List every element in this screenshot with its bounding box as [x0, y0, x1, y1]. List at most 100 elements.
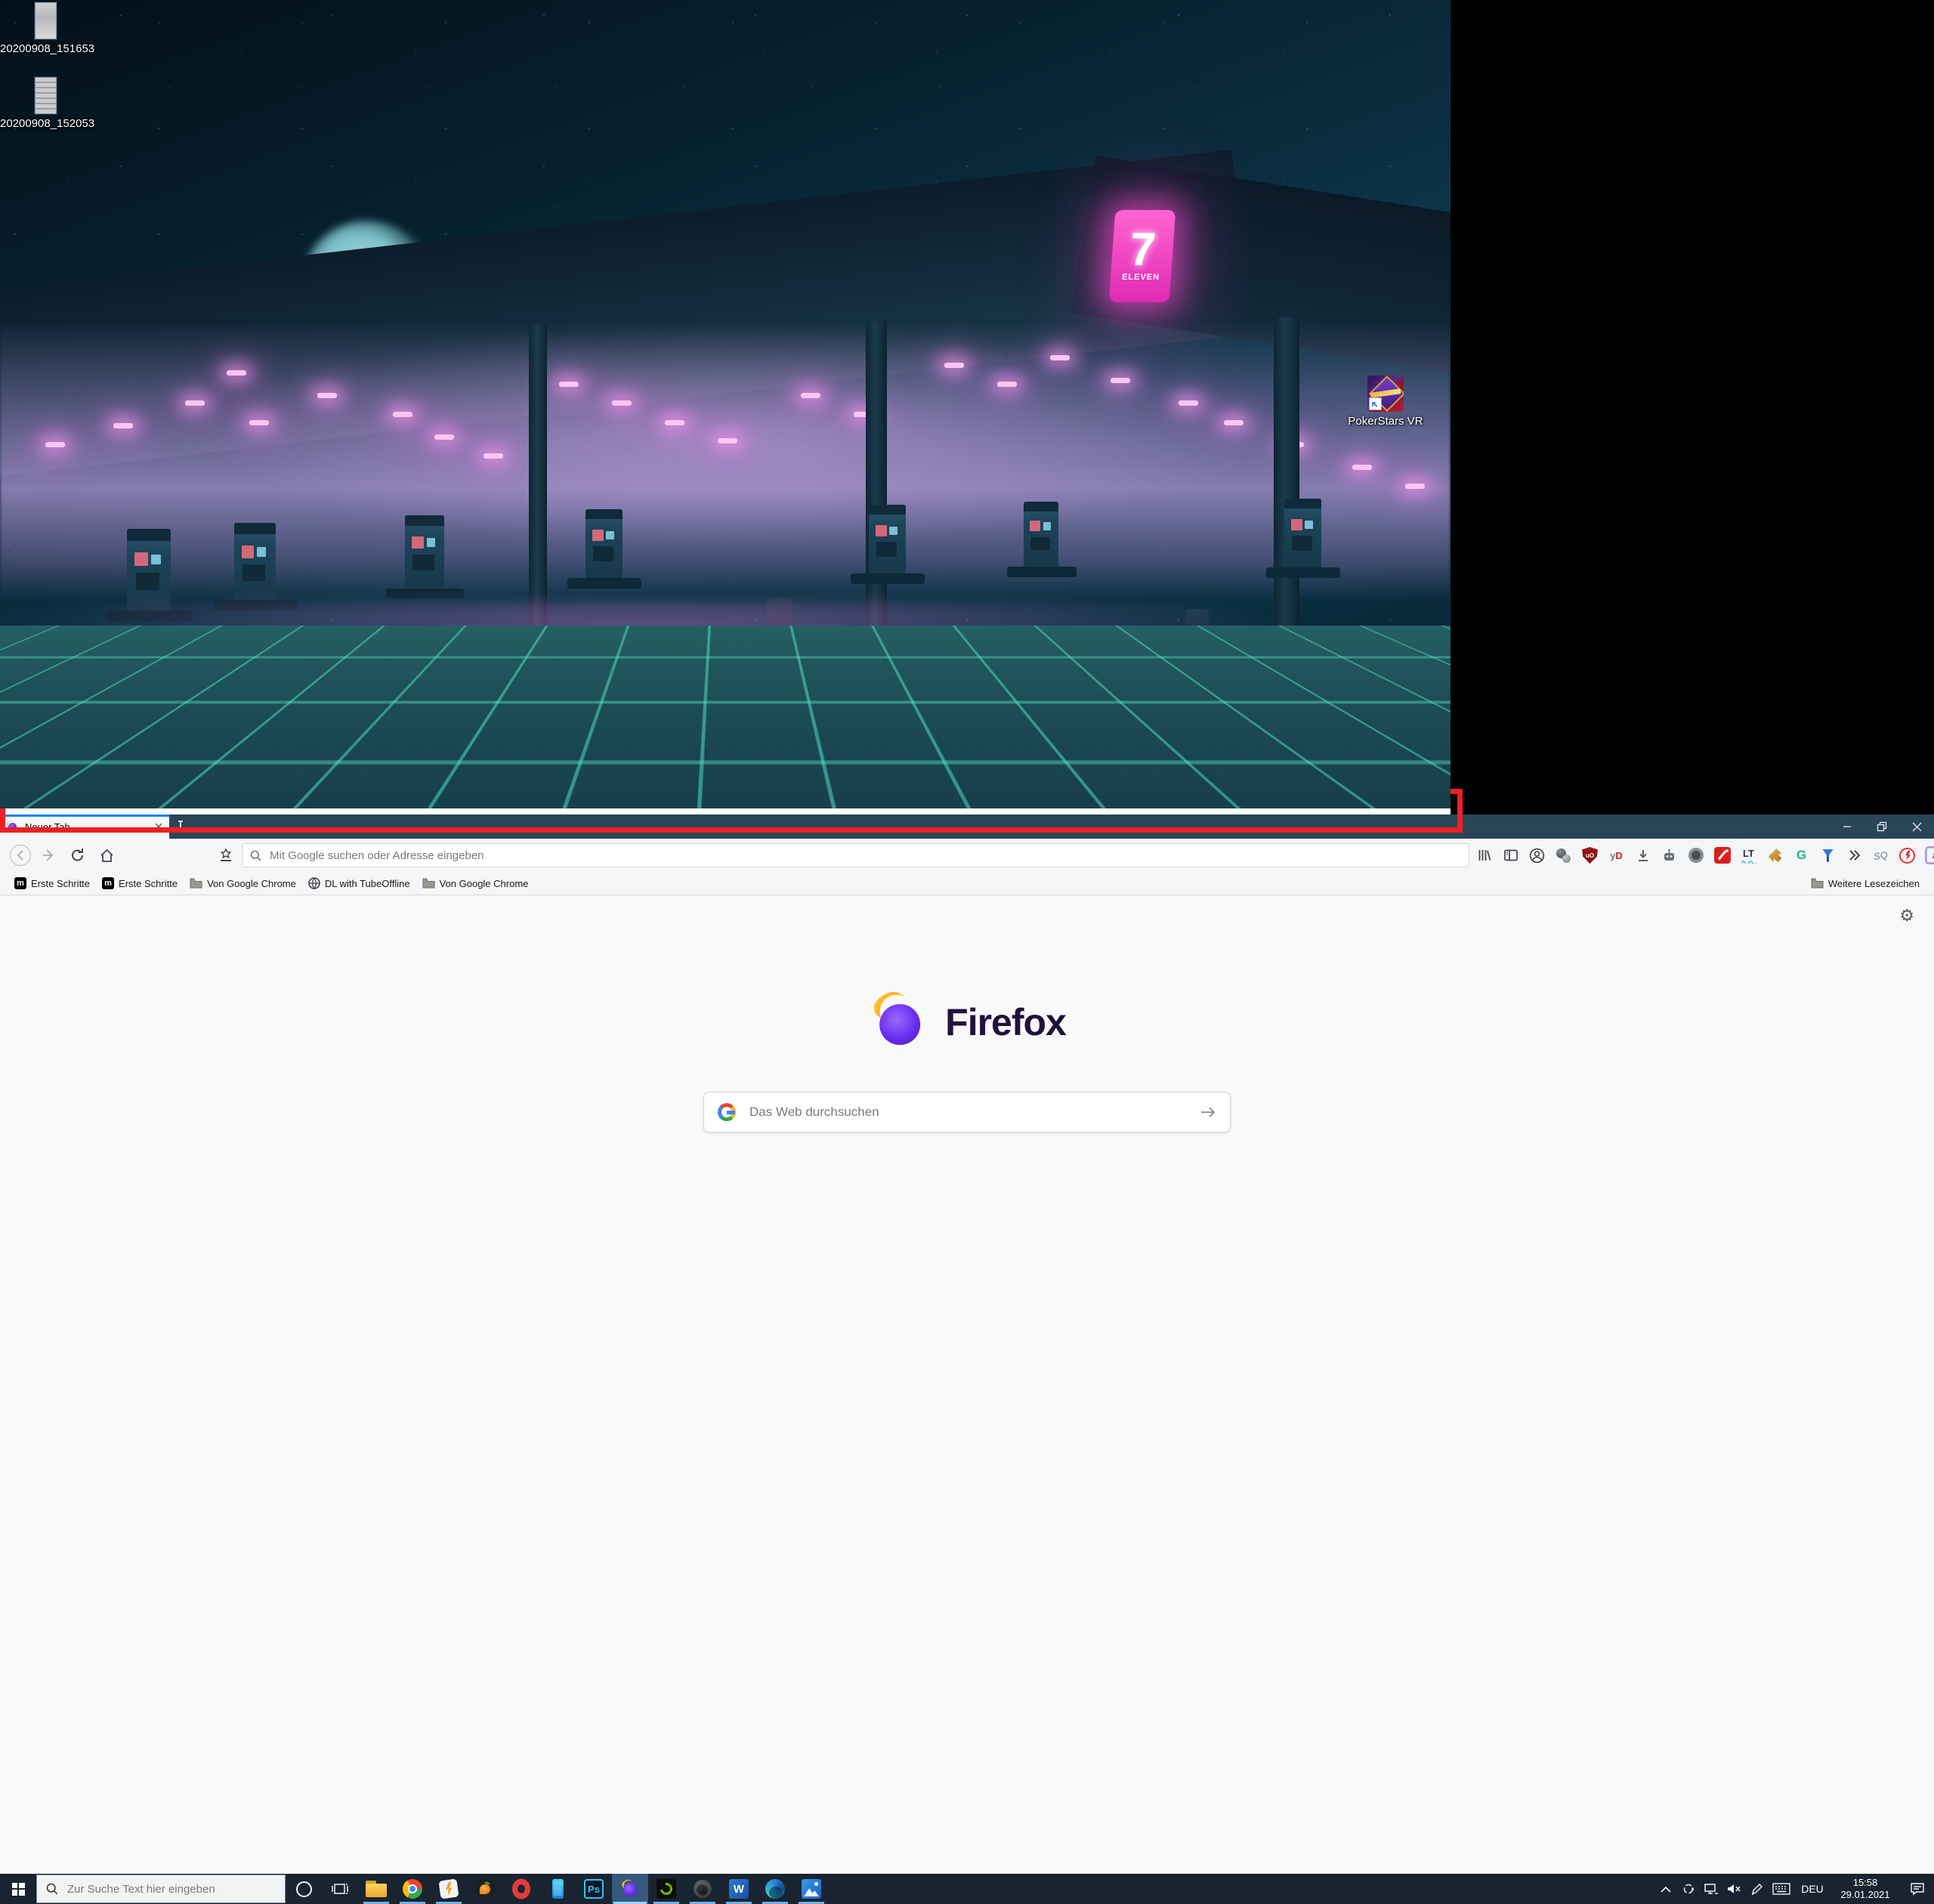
taskbar-edge[interactable] — [757, 1874, 793, 1904]
desktop-wallpaper: 7 ELEVEN — [0, 0, 1450, 808]
sidebar-icon[interactable] — [1499, 842, 1522, 868]
overflow-chevrons-icon[interactable] — [1843, 842, 1866, 868]
downloads-icon[interactable] — [1631, 842, 1654, 868]
ublock-origin-icon[interactable]: uO — [1578, 842, 1602, 868]
start-button[interactable] — [0, 1874, 36, 1904]
desktop-shortcut-pokerstars[interactable]: PokerStars VR — [1341, 376, 1430, 428]
canopy-light — [612, 400, 632, 406]
search-icon — [46, 1883, 58, 1895]
bookmark-folder-von-google-chrome-2[interactable]: Von Google Chrome — [417, 876, 534, 892]
tray-utility-icon[interactable] — [1677, 1874, 1700, 1904]
taskbar-photoshop[interactable]: Ps — [576, 1874, 612, 1904]
firefox-logo-icon — [868, 991, 931, 1054]
windows-logo-icon — [12, 1883, 25, 1896]
canopy-light — [718, 438, 737, 444]
g-extension-icon[interactable]: G — [1790, 842, 1813, 868]
import-bookmark-icon[interactable] — [213, 842, 239, 868]
canopy-light — [227, 370, 246, 376]
canopy-pillar — [529, 325, 547, 642]
gold-arrow-extension-icon[interactable] — [1763, 842, 1787, 868]
taskbar-winamp[interactable] — [431, 1874, 467, 1904]
language-indicator[interactable]: DEU — [1795, 1883, 1830, 1895]
languagetool-icon[interactable]: LT — [1737, 842, 1760, 868]
yd-extension-icon[interactable]: yD — [1605, 842, 1628, 868]
wheel-extension-icon[interactable] — [1684, 842, 1707, 868]
gas-pump — [869, 505, 906, 576]
gas-pump — [1024, 502, 1058, 570]
edge-icon — [765, 1879, 785, 1899]
canopy-light — [559, 382, 579, 387]
bookmark-dl-with-tubeoffline[interactable]: DL with TubeOffline — [303, 875, 416, 892]
sq-extension-icon[interactable]: SQ — [1869, 842, 1892, 868]
home-button[interactable] — [94, 842, 119, 868]
glow-decor — [136, 325, 1315, 574]
bookmark-erste-schritte-1[interactable]: m Erste Schritte — [9, 875, 95, 892]
desktop-file-icon-1[interactable]: 20200908_151653 — [0, 2, 91, 56]
pump-base — [1266, 567, 1340, 578]
funnel-extension-icon[interactable] — [1816, 842, 1840, 868]
cortana-button[interactable] — [286, 1874, 322, 1904]
photo-thumbnail-icon — [35, 77, 57, 114]
mozilla-icon: m — [14, 877, 26, 889]
shortcut-arrow-icon — [1369, 397, 1382, 410]
taskbar-chrome[interactable] — [394, 1874, 431, 1904]
reload-button[interactable] — [65, 842, 91, 868]
windows-taskbar: Ps W DEU 15:58 29.01.2021 — [0, 1874, 1934, 1904]
canopy-light — [484, 453, 503, 459]
taskbar-firefox[interactable] — [612, 1874, 648, 1904]
taskbar-gray-app[interactable] — [684, 1874, 721, 1904]
account-icon[interactable] — [1525, 842, 1549, 868]
phone-icon — [552, 1879, 564, 1899]
restore-button[interactable] — [1864, 814, 1899, 839]
taskbar-nvidia[interactable] — [648, 1874, 684, 1904]
back-button[interactable] — [8, 842, 33, 868]
search-submit-arrow-icon[interactable] — [1200, 1105, 1216, 1119]
tiktok-extension-icon[interactable]: ♪ — [1922, 842, 1934, 868]
url-input[interactable] — [268, 848, 1461, 863]
canopy-light — [801, 393, 820, 398]
bookmark-folder-von-google-chrome-1[interactable]: Von Google Chrome — [184, 876, 301, 892]
taskbar-opera[interactable] — [503, 1874, 539, 1904]
extension-spheres-icon[interactable] — [1552, 842, 1575, 868]
library-icon[interactable] — [1472, 842, 1496, 868]
time: 15:58 — [1830, 1877, 1901, 1889]
windows-ink-pen-icon[interactable] — [1745, 1874, 1768, 1904]
taskbar-file-explorer[interactable] — [358, 1874, 394, 1904]
action-center-icon[interactable] — [1901, 1874, 1934, 1904]
navigation-toolbar: uO yD LT G SQ — [0, 839, 1934, 872]
red-annotation-box — [0, 789, 1463, 833]
date: 29.01.2021 — [1830, 1889, 1901, 1901]
taskbar-search-input[interactable] — [66, 1882, 276, 1896]
magic-wand-extension-icon[interactable] — [1710, 842, 1734, 868]
tray-chevron-up-icon[interactable] — [1654, 1874, 1677, 1904]
network-icon[interactable] — [1700, 1874, 1722, 1904]
web-search-box[interactable] — [703, 1092, 1231, 1133]
page-settings-gear-icon[interactable]: ⚙ — [1899, 906, 1914, 926]
web-search-input[interactable] — [748, 1104, 1188, 1120]
clock[interactable]: 15:58 29.01.2021 — [1830, 1877, 1901, 1902]
taskbar-search-box[interactable] — [36, 1875, 286, 1903]
folder-icon — [422, 878, 435, 889]
touch-keyboard-icon[interactable] — [1768, 1874, 1795, 1904]
forward-button[interactable] — [36, 842, 62, 868]
bookmarks-toolbar: m Erste Schritte m Erste Schritte Von Go… — [0, 872, 1934, 895]
lightning-extension-icon[interactable] — [1895, 842, 1919, 868]
canopy-light — [249, 420, 269, 425]
more-bookmarks[interactable]: Weitere Lesezeichen — [1806, 876, 1925, 892]
bookmark-erste-schritte-2[interactable]: m Erste Schritte — [97, 875, 183, 892]
url-bar[interactable] — [242, 843, 1469, 867]
taskbar-word[interactable]: W — [721, 1874, 757, 1904]
gas-pump — [234, 523, 276, 603]
pump-base — [567, 578, 641, 589]
taskbar-your-phone[interactable] — [539, 1874, 576, 1904]
minimize-button[interactable] — [1830, 814, 1864, 839]
robot-extension-icon[interactable] — [1657, 842, 1681, 868]
task-view-button[interactable] — [322, 1874, 358, 1904]
taskbar-photos[interactable] — [793, 1874, 830, 1904]
close-button[interactable] — [1899, 814, 1934, 839]
taskbar-fl-studio[interactable] — [467, 1874, 503, 1904]
chrome-icon — [403, 1879, 422, 1899]
desktop-file-icon-2[interactable]: 20200908_152053 — [0, 77, 91, 131]
volume-muted-icon[interactable] — [1722, 1874, 1745, 1904]
canopy-light — [1050, 355, 1070, 360]
